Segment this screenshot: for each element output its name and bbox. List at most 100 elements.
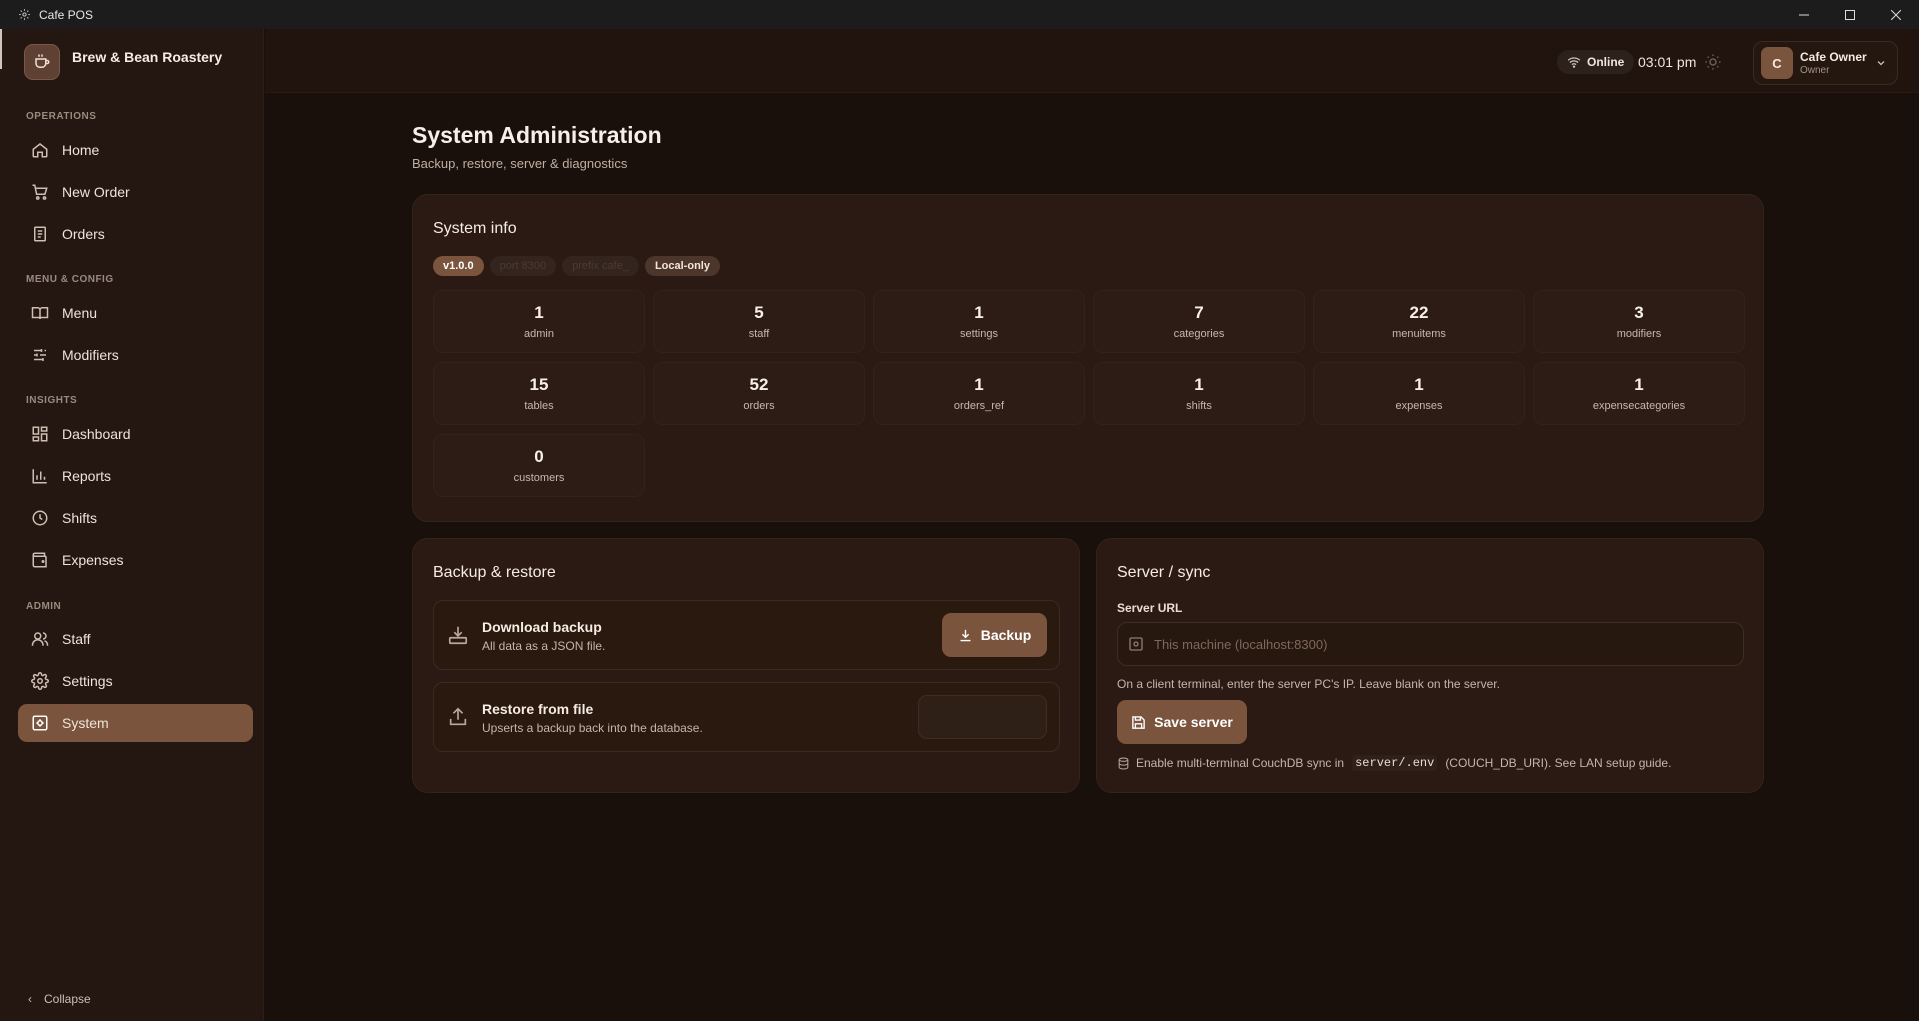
prefix-badge: prefix cafe_ — [562, 256, 639, 276]
stat-value: 52 — [749, 375, 769, 394]
stat-tile: 3 modifiers — [1533, 290, 1745, 353]
home-icon — [30, 140, 50, 160]
sidebar-item-label: Shifts — [62, 510, 98, 526]
server-url-hint: On a client terminal, enter the server P… — [1117, 677, 1500, 691]
sidebar-item-modifiers[interactable]: Modifiers — [18, 336, 253, 374]
server-url-field[interactable] — [1117, 622, 1744, 666]
sidebar-item-settings[interactable]: Settings — [18, 662, 253, 700]
restore-title: Restore from file — [482, 701, 594, 717]
user-name: Cafe Owner — [1800, 50, 1867, 64]
sidebar-item-label: Dashboard — [62, 426, 131, 442]
choose-file-button[interactable] — [918, 695, 1047, 739]
section-operations: OPERATIONS — [26, 111, 97, 122]
sidebar: Brew & Bean Roastery OPERATIONS Home New… — [0, 29, 264, 1021]
stat-label: expenses — [1395, 400, 1443, 412]
version-badge: v1.0.0 — [433, 256, 484, 276]
stat-value: 0 — [534, 447, 544, 466]
stat-tile: 1 expenses — [1313, 362, 1525, 425]
sidebar-item-label: System — [62, 715, 109, 731]
page-subtitle: Backup, restore, server & diagnostics — [412, 156, 628, 171]
sidebar-item-home[interactable]: Home — [18, 131, 253, 169]
env-file-path: server/.env — [1352, 755, 1438, 771]
stat-label: settings — [960, 328, 998, 340]
stat-tile: 1 expensecategories — [1533, 362, 1745, 425]
sidebar-item-label: Staff — [62, 631, 91, 647]
sidebar-item-label: New Order — [62, 184, 130, 200]
avatar: C — [1761, 47, 1793, 79]
dashboard-icon — [30, 424, 50, 444]
stat-label: staff — [748, 328, 770, 340]
server-url-label: Server URL — [1117, 601, 1183, 615]
sidebar-item-new-order[interactable]: New Order — [18, 173, 253, 211]
sidebar-item-system[interactable]: System — [18, 704, 253, 742]
mode-badge: Local-only — [644, 256, 720, 276]
stat-tile: 7 categories — [1093, 290, 1305, 353]
collapse-label: Collapse — [44, 992, 91, 1006]
download-icon — [446, 621, 470, 649]
stat-tile: 0 customers — [433, 434, 645, 497]
server-icon — [1128, 636, 1144, 652]
save-server-label: Save server — [1154, 714, 1233, 730]
user-menu-button[interactable]: C Cafe Owner Owner — [1753, 41, 1898, 85]
sidebar-item-staff[interactable]: Staff — [18, 620, 253, 658]
stat-label: categories — [1173, 328, 1225, 340]
sidebar-item-label: Reports — [62, 468, 112, 484]
backup-button[interactable]: Backup — [942, 613, 1047, 657]
sidebar-item-label: Settings — [62, 673, 113, 689]
stat-tile: 22 menuitems — [1313, 290, 1525, 353]
stat-label: orders — [743, 400, 775, 412]
sync-note: Enable multi-terminal CouchDB sync in se… — [1117, 755, 1671, 771]
download-backup-title: Download backup — [482, 619, 602, 635]
backup-restore-card: Backup & restore Download backup All dat… — [412, 538, 1080, 793]
connection-status-badge: Online — [1557, 50, 1635, 74]
stat-tile: 52 orders — [653, 362, 865, 425]
stat-value: 1 — [974, 375, 984, 394]
top-header: Online 03:01 pm C Cafe Owner Owner — [265, 29, 1919, 93]
database-icon — [1117, 757, 1130, 770]
page-title: System Administration — [412, 122, 662, 148]
app-gear-icon — [18, 8, 32, 22]
theme-toggle-sun-icon[interactable] — [1702, 51, 1724, 73]
stat-label: expensecategories — [1592, 400, 1686, 412]
backup-restore-title: Backup & restore — [433, 564, 556, 581]
clock: 03:01 pm — [1638, 54, 1697, 70]
minimize-button[interactable] — [1781, 0, 1827, 29]
wallet-icon — [30, 550, 50, 570]
sidebar-item-expenses[interactable]: Expenses — [18, 541, 253, 579]
stat-value: 22 — [1409, 303, 1429, 322]
close-window-button[interactable] — [1873, 0, 1919, 29]
restore-from-file-row: Restore from file Upserts a backup back … — [433, 682, 1060, 752]
server-url-input[interactable] — [1154, 636, 1714, 652]
stat-label: orders_ref — [953, 400, 1005, 412]
sidebar-item-dashboard[interactable]: Dashboard — [18, 415, 253, 453]
restore-subtitle: Upserts a backup back into the database. — [482, 721, 703, 735]
sidebar-item-reports[interactable]: Reports — [18, 457, 253, 495]
stat-value: 1 — [534, 303, 544, 322]
stat-value: 15 — [529, 375, 549, 394]
sidebar-item-orders[interactable]: Orders — [18, 215, 253, 253]
sidebar-item-menu[interactable]: Menu — [18, 294, 253, 332]
stat-label: tables — [524, 400, 554, 412]
stat-label: customers — [513, 472, 565, 484]
collapse-sidebar-button[interactable]: ‹ Collapse — [28, 992, 91, 1006]
stat-tile: 1 shifts — [1093, 362, 1305, 425]
stat-value: 1 — [1194, 375, 1204, 394]
stat-value: 5 — [754, 303, 764, 322]
maximize-button[interactable] — [1827, 0, 1873, 29]
save-server-button[interactable]: Save server — [1117, 700, 1247, 744]
coffee-cup-icon — [24, 44, 60, 80]
book-icon — [30, 303, 50, 323]
save-icon — [1131, 715, 1146, 730]
chevron-left-icon: ‹ — [28, 992, 32, 1006]
sidebar-item-shifts[interactable]: Shifts — [18, 499, 253, 537]
status-label: Online — [1587, 55, 1625, 69]
clock-icon — [30, 508, 50, 528]
cart-icon — [30, 182, 50, 202]
brand[interactable]: Brew & Bean Roastery — [24, 44, 222, 80]
section-insights: INSIGHTS — [26, 395, 78, 406]
gear-icon — [30, 671, 50, 691]
port-badge: port 8300 — [489, 256, 557, 276]
brand-name: Brew & Bean Roastery — [72, 49, 223, 65]
sidebar-item-label: Orders — [62, 226, 105, 242]
sliders-icon — [30, 345, 50, 365]
